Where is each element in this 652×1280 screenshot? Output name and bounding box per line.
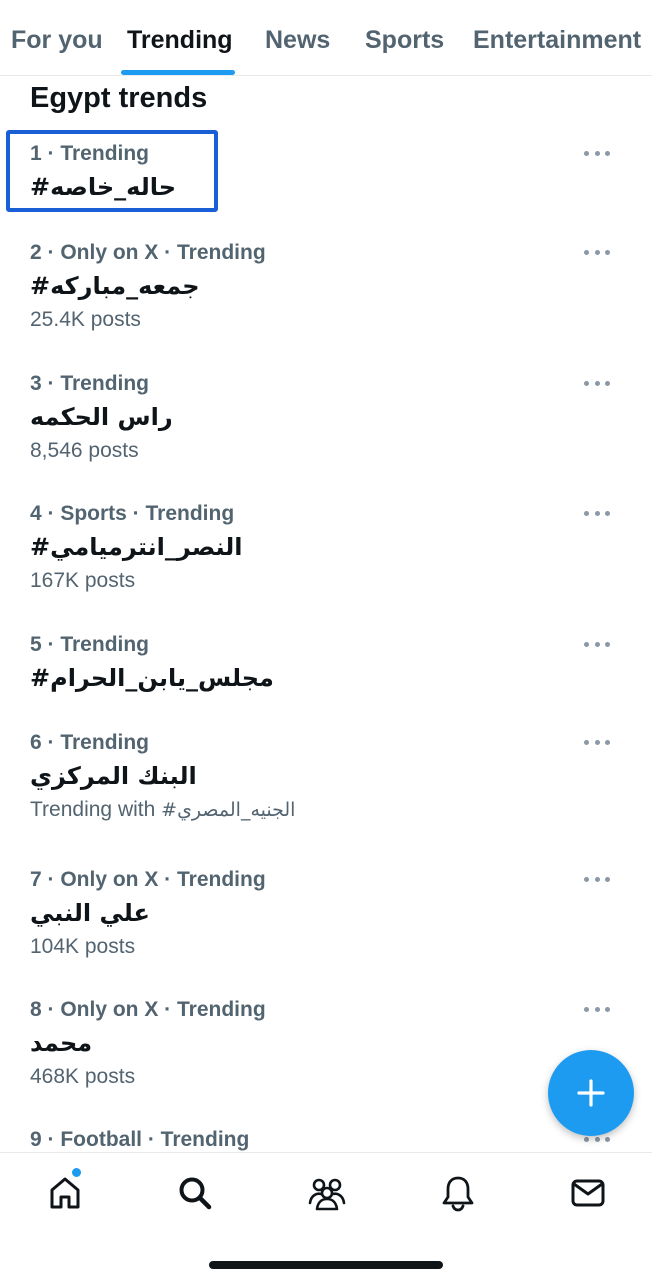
bottom-nav-bar [0,1152,652,1280]
trend-name: راس الحكمه [30,403,173,431]
tab-for-you[interactable]: For you [11,26,103,55]
nav-notifications[interactable] [436,1171,480,1215]
more-options-icon[interactable] [582,733,612,751]
nav-messages[interactable] [566,1171,610,1215]
trend-name: محمد [30,1029,93,1057]
search-icon [179,1177,212,1210]
nav-home[interactable] [43,1171,87,1215]
more-options-icon[interactable] [582,374,612,392]
compose-button[interactable] [548,1050,634,1136]
trend-name: #مجلس_يابن_الحرام [30,664,274,692]
trend-name: #جمعه_مباركه [30,272,200,300]
nav-search[interactable] [173,1171,217,1215]
trend-name: #النصر_انترميامي [30,533,243,561]
trend-meta: 9 · Football · Trending [30,1128,250,1151]
section-title: Egypt trends [30,82,208,114]
plus-icon [577,1079,605,1107]
trend-post-count: 25.4K posts [30,308,141,331]
trending-with-label: Trending with [30,798,156,821]
more-options-icon[interactable] [582,635,612,653]
trend-post-count: 8,546 posts [30,439,139,462]
trend-meta: 7 · Only on X · Trending [30,868,266,891]
trend-meta: 5 · Trending [30,633,150,656]
trend-post-count: 167K posts [30,569,136,592]
more-options-icon[interactable] [582,1000,612,1018]
trend-meta: 6 · Trending [30,731,150,754]
communities-icon [308,1178,346,1211]
nav-communities[interactable] [305,1171,349,1215]
tab-trending[interactable]: Trending [127,26,233,55]
trend-meta: 3 · Trending [30,372,150,395]
bell-icon [442,1176,474,1212]
home-indicator-bar [209,1261,443,1269]
trending-with-hashtag[interactable]: #الجنيه_المصري [161,799,295,821]
trend-meta: 4 · Sports · Trending [30,502,235,525]
active-tab-indicator [121,70,235,75]
trend-meta: 8 · Only on X · Trending [30,998,266,1021]
tab-sports[interactable]: Sports [365,26,444,55]
tab-bar: For you Trending News Sports Entertainme… [0,0,652,76]
home-notification-dot [72,1168,81,1177]
home-icon [50,1177,80,1209]
tab-news[interactable]: News [265,26,330,55]
trend-post-count: 468K posts [30,1065,136,1088]
more-options-icon[interactable] [582,504,612,522]
mail-icon [571,1179,605,1207]
trend-post-count: 104K posts [30,935,136,958]
trending-with-line: Trending with #الجنيه_المصري [30,798,295,822]
trend-name: علي النبي [30,899,150,927]
more-options-icon[interactable] [582,870,612,888]
trend-name: البنك المركزي [30,762,197,790]
more-options-icon[interactable] [582,144,612,162]
selection-highlight [6,130,218,212]
tab-entertainment[interactable]: Entertainment [473,26,641,55]
trend-meta: 2 · Only on X · Trending [30,241,266,264]
more-options-icon[interactable] [582,243,612,261]
